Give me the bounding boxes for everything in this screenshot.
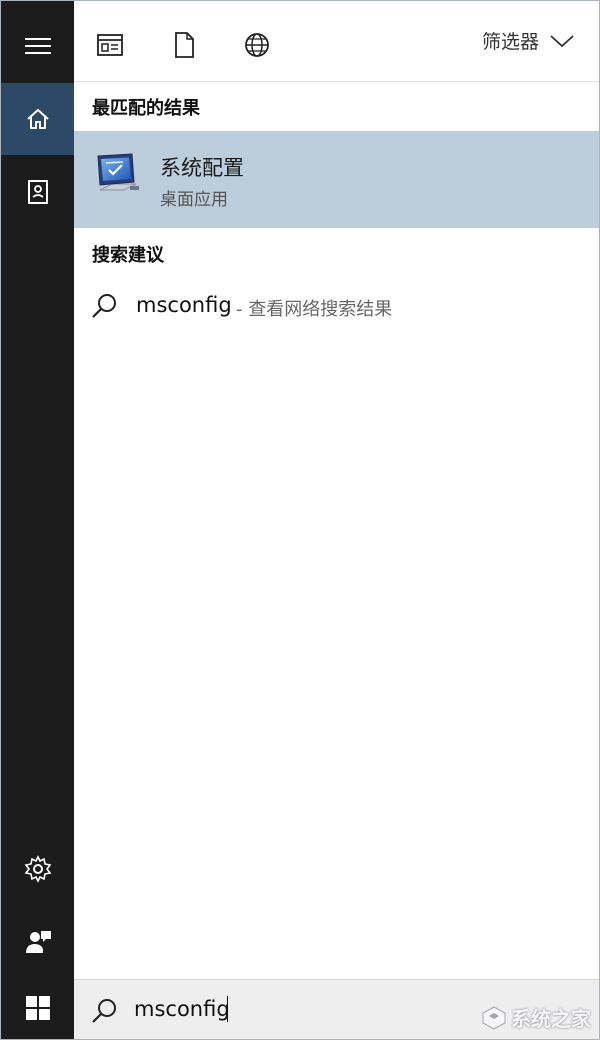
start-search-panel: 筛选器 最匹配的结果 系统配置 桌面应用 搜索建议 msconfig - 查看网… — [0, 0, 600, 1040]
notebook-button[interactable] — [1, 157, 74, 227]
main-panel: 筛选器 最匹配的结果 系统配置 桌面应用 搜索建议 msconfig - 查看网… — [74, 1, 599, 1039]
result-app-name: 系统配置 — [160, 156, 244, 180]
apps-icon — [97, 34, 123, 56]
apps-filter-button[interactable] — [90, 25, 130, 65]
text-caret — [227, 996, 228, 1022]
feedback-button[interactable] — [1, 907, 74, 977]
result-app-type: 桌面应用 — [160, 190, 228, 210]
feedback-icon — [25, 931, 51, 953]
settings-icon — [24, 855, 51, 883]
notebook-icon — [27, 180, 48, 204]
watermark: 系统之家 — [481, 1003, 591, 1032]
suggestion-term: msconfig — [136, 293, 232, 317]
globe-icon — [245, 33, 269, 57]
document-icon — [175, 32, 194, 58]
home-button[interactable] — [1, 83, 74, 155]
watermark-text: 系统之家 — [511, 1007, 591, 1031]
documents-filter-button[interactable] — [164, 25, 204, 65]
search-bar: 系统之家 — [74, 979, 599, 1039]
settings-button[interactable] — [1, 834, 74, 904]
web-filter-button[interactable] — [237, 25, 277, 65]
left-rail — [1, 1, 74, 1039]
suggestion-hint: - 查看网络搜索结果 — [236, 299, 393, 320]
watermark-logo-icon — [482, 1005, 506, 1030]
system-configuration-icon — [97, 153, 139, 191]
hamburger-menu-button[interactable] — [1, 11, 74, 81]
hamburger-menu-icon — [24, 38, 51, 54]
windows-start-icon — [25, 996, 50, 1020]
search-icon — [92, 294, 116, 318]
best-match-heading: 最匹配的结果 — [92, 98, 200, 119]
best-match-result[interactable]: 系统配置 桌面应用 — [74, 131, 599, 228]
filter-label: 筛选器 — [481, 31, 539, 53]
suggestions-heading: 搜索建议 — [92, 245, 164, 266]
search-toolbar: 筛选器 — [74, 1, 599, 82]
chevron-down-icon — [550, 34, 574, 47]
filter-dropdown[interactable]: 筛选器 — [482, 27, 575, 54]
windows-start-button[interactable] — [1, 977, 74, 1039]
search-icon — [92, 999, 116, 1023]
home-icon — [26, 108, 49, 129]
suggestion-item[interactable]: msconfig - 查看网络搜索结果 — [74, 281, 599, 331]
